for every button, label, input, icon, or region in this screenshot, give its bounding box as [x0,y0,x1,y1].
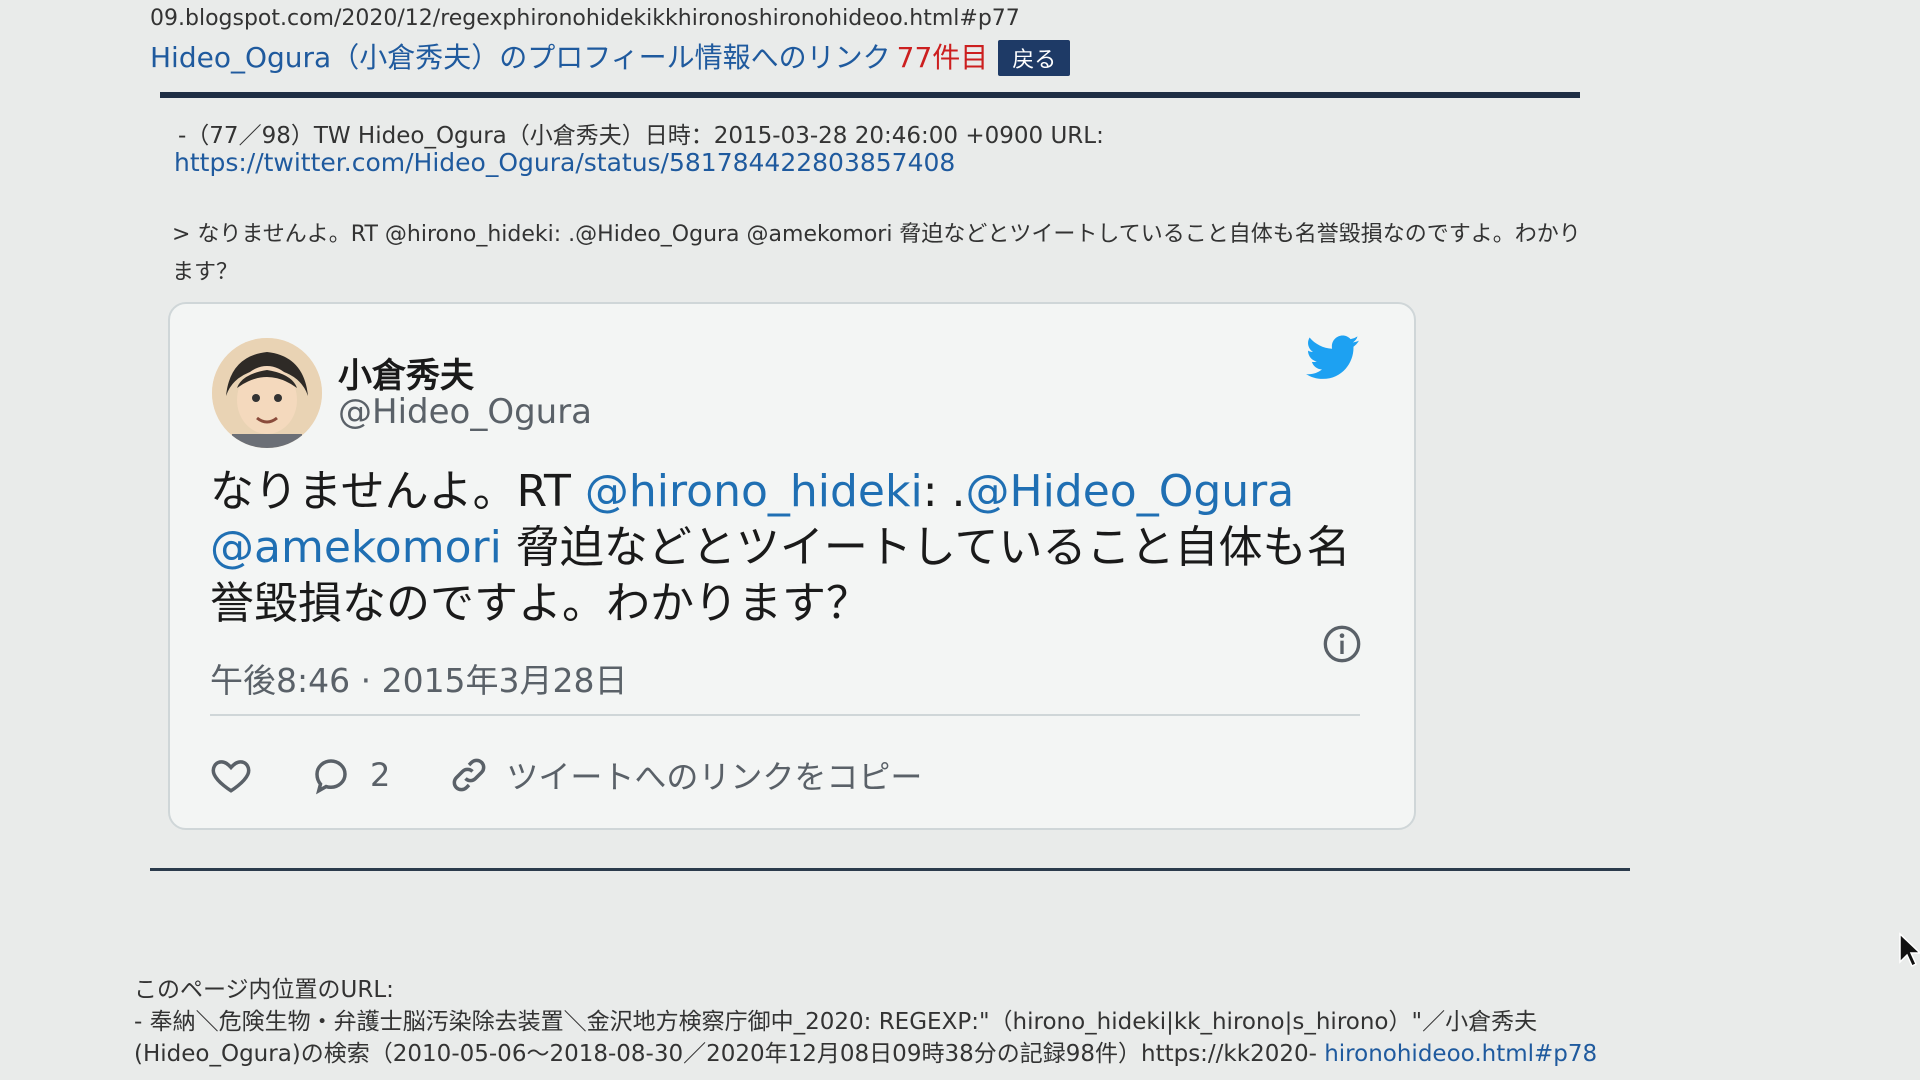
footer: このページ内位置のURL: - 奉納＼危険生物・弁護士脳汚染除去装置＼金沢地方検… [134,974,1734,1070]
back-button[interactable]: 戻る [998,40,1071,76]
twitter-bird-icon[interactable] [1306,334,1360,382]
info-icon[interactable] [1322,624,1362,664]
entry-quote: > なりませんよ。RT @hirono_hideki: .@Hideo_Ogur… [172,222,1581,285]
footer-line-2: - 奉納＼危険生物・弁護士脳汚染除去装置＼金沢地方検察庁御中_2020: REG… [134,1009,1538,1035]
mention-amekomori[interactable]: @amekomori [210,522,502,573]
copy-link-label: ツイートへのリンクをコピー [506,758,923,796]
mention-hirono-hideki[interactable]: @hirono_hideki [585,466,923,517]
reply-bubble-icon [315,759,347,795]
tweet-text: なりませんよ。RT @hirono_hideki: .@Hideo_Ogura @… [210,464,1360,632]
avatar-image [212,338,322,448]
reply-count: 2 [370,756,391,794]
top-divider [160,92,1580,98]
tweet-text-prefix: なりませんよ。RT [210,466,585,517]
footer-line-1: このページ内位置のURL: [134,977,394,1003]
tweet-text-colon: : . [922,466,966,517]
bottom-divider [150,868,1630,871]
tweet-timestamp[interactable]: 午後8:46 · 2015年3月28日 [210,654,628,702]
profile-header: Hideo_Ogura（小倉秀夫）のプロフィール情報へのリンク 77件目 戻る [150,36,1071,76]
link-icon [452,758,486,792]
next-entry-link[interactable]: hironohideoo.html#p78 [1324,1041,1597,1067]
entry-count: 77件目 [896,41,989,74]
tweet-url-link[interactable]: https://twitter.com/Hideo_Ogura/status/5… [174,148,955,177]
like-button[interactable] [210,754,252,796]
profile-link[interactable]: Hideo_Ogura（小倉秀夫）のプロフィール情報へのリンク [150,41,891,74]
entry-meta: -（77／98）TW Hideo_Ogura（小倉秀夫）日時：2015-03-2… [178,123,1104,149]
page-url-line: 09.blogspot.com/2020/12/regexphironohide… [150,6,1020,31]
tweet-actions: 2 ツイートへのリンクをコピー [210,752,980,798]
avatar[interactable] [212,338,322,448]
copy-link-button[interactable]: ツイートへのリンクをコピー [448,752,922,798]
tweet-author-name[interactable]: 小倉秀夫 [338,348,474,397]
tweet-divider [210,714,1360,716]
embedded-tweet: 小倉秀夫 @Hideo_Ogura なりませんよ。RT @hirono_hide… [168,302,1416,830]
heart-icon [211,760,251,793]
mouse-cursor-icon [1899,932,1920,968]
reply-button[interactable]: 2 [310,754,390,796]
footer-line-3[interactable]: (Hideo_Ogura)の検索（2010-05-06～2018-08-30／2… [134,1038,1734,1070]
tweet-author-handle[interactable]: @Hideo_Ogura [338,392,592,432]
mention-hideo-ogura[interactable]: @Hideo_Ogura [966,466,1295,517]
